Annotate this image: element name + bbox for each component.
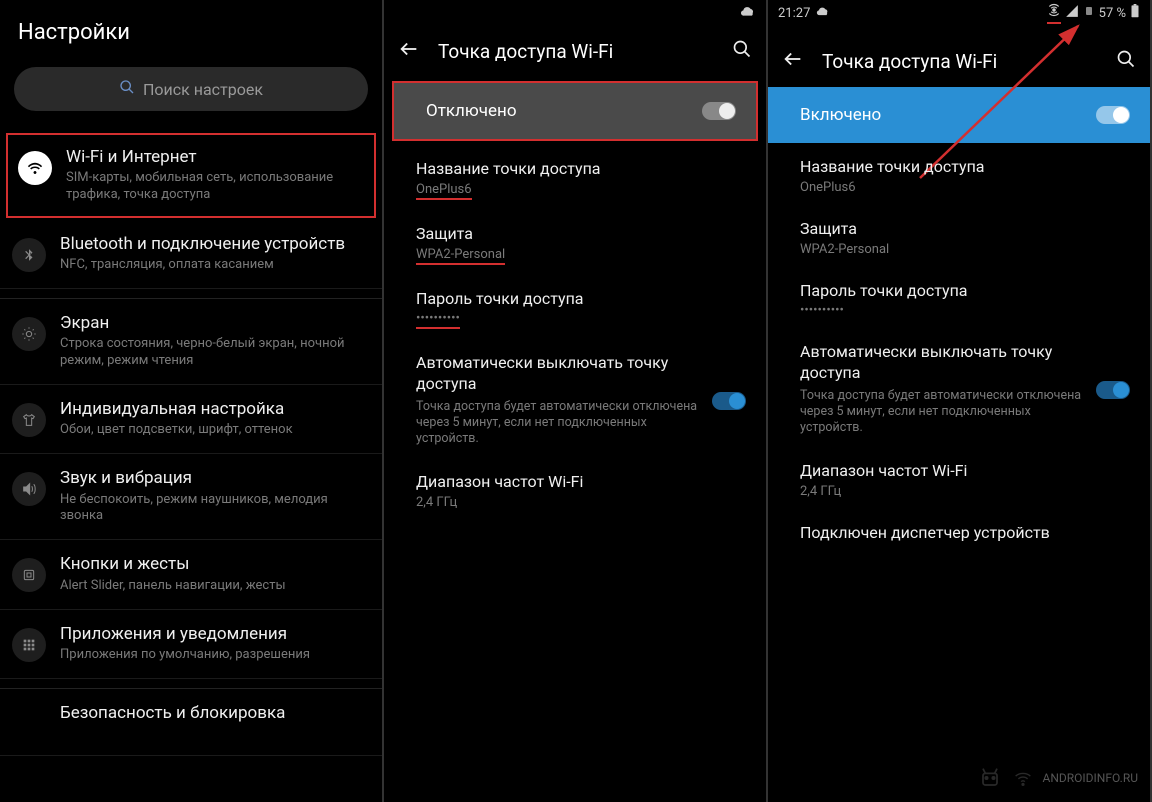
setting-subtitle: Обои, цвет подсветки, шрифт, оттенок [60, 422, 368, 439]
hotspot-panel-on: 21:27 57 % Точка до [768, 0, 1152, 802]
setting-subtitle: NFC, трансляция, оплата касанием [60, 257, 368, 274]
toggle-switch[interactable] [1096, 106, 1130, 124]
setting-display[interactable]: Экран Строка состояния, черно-белый экра… [0, 299, 382, 385]
setting-title: Звук и вибрация [60, 468, 368, 489]
hotspot-password-item[interactable]: Пароль точки доступа •••••••••• [384, 275, 766, 340]
battery-text: 57 % [1099, 6, 1126, 21]
settings-panel: Настройки Поиск настроек Wi-Fi и Интерне… [0, 0, 384, 802]
setting-security[interactable]: Безопасность и блокировка [0, 689, 382, 756]
hotspot-autooff-item[interactable]: Автоматически выключать точку доступа То… [384, 339, 766, 457]
cloud-icon [740, 3, 756, 23]
setting-title: Кнопки и жесты [60, 554, 368, 575]
bluetooth-icon [12, 238, 46, 272]
setting-title: Безопасность и блокировка [60, 703, 368, 724]
hotspot-security-item[interactable]: Защита WPA2-Personal [384, 210, 766, 275]
setting-sound[interactable]: Звук и вибрация Не беспокоить, режим нау… [0, 454, 382, 540]
hotspot-band-item[interactable]: Диапазон частот Wi-Fi 2,4 ГГц [768, 447, 1150, 509]
setting-subtitle: Приложения по умолчанию, разрешения [60, 647, 368, 664]
setting-title: Bluetooth и подключение устройств [60, 234, 368, 255]
signal-icon [1065, 4, 1079, 22]
setting-wifi-internet[interactable]: Wi-Fi и Интернет SIM-карты, мобильная се… [6, 133, 376, 218]
brightness-icon [12, 317, 46, 351]
battery-icon [1130, 4, 1140, 22]
setting-subtitle: SIM-карты, мобильная сеть, использование… [66, 170, 364, 204]
setting-title: Wi-Fi и Интернет [66, 147, 364, 168]
status-time: 21:27 [778, 6, 810, 21]
page-title: Точка доступа Wi-Fi [822, 50, 1098, 73]
hotspot-band-item[interactable]: Диапазон частот Wi-Fi 2,4 ГГц [384, 458, 766, 520]
cloud-icon [816, 4, 830, 22]
hotspot-name-item[interactable]: Название точки доступа OnePlus6 [384, 145, 766, 210]
hotspot-devices-item[interactable]: Подключен диспетчер устройств [768, 509, 1150, 554]
search-icon [119, 79, 135, 99]
hotspot-panel-off: Точка доступа Wi-Fi Отключено Название т… [384, 0, 768, 802]
search-icon[interactable] [732, 39, 752, 64]
setting-customization[interactable]: Индивидуальная настройка Обои, цвет подс… [0, 385, 382, 454]
toggle-switch[interactable] [1096, 381, 1130, 399]
page-title: Точка доступа Wi-Fi [438, 40, 714, 63]
back-button[interactable] [782, 48, 804, 75]
search-icon[interactable] [1116, 49, 1136, 74]
hotspot-autooff-item[interactable]: Автоматически выключать точку доступа То… [768, 328, 1150, 446]
setting-apps[interactable]: Приложения и уведомления Приложения по у… [0, 610, 382, 679]
back-button[interactable] [398, 38, 420, 65]
setting-bluetooth[interactable]: Bluetooth и подключение устройств NFC, т… [0, 220, 382, 289]
volume-icon [12, 472, 46, 506]
hotspot-security-item[interactable]: Защита WPA2-Personal [768, 205, 1150, 267]
watermark: ANDROIDINFO.RU [976, 764, 1138, 792]
setting-buttons-gestures[interactable]: Кнопки и жесты Alert Slider, панель нави… [0, 540, 382, 609]
setting-subtitle: Alert Slider, панель навигации, жесты [60, 578, 368, 595]
hotspot-name-item[interactable]: Название точки доступа OnePlus6 [768, 143, 1150, 205]
hotspot-toggle-row[interactable]: Отключено [392, 81, 758, 141]
setting-subtitle: Строка состояния, черно-белый экран, ноч… [60, 336, 368, 370]
wifi-icon [18, 151, 52, 185]
setting-title: Приложения и уведомления [60, 624, 368, 645]
hotspot-toggle-row[interactable]: Включено [768, 87, 1150, 143]
search-input[interactable]: Поиск настроек [14, 67, 368, 111]
buttons-icon [12, 558, 46, 592]
toggle-switch[interactable] [712, 392, 746, 410]
no-sim-icon [1083, 5, 1095, 21]
setting-subtitle: Не беспокоить, режим наушников, мелодия … [60, 492, 368, 526]
toggle-switch[interactable] [702, 102, 736, 120]
shirt-icon [12, 403, 46, 437]
apps-icon [12, 628, 46, 662]
page-title: Настройки [18, 20, 364, 45]
setting-title: Экран [60, 313, 368, 334]
hotspot-status-icon [1047, 3, 1061, 24]
hotspot-password-item[interactable]: Пароль точки доступа •••••••••• [768, 267, 1150, 329]
setting-title: Индивидуальная настройка [60, 399, 368, 420]
